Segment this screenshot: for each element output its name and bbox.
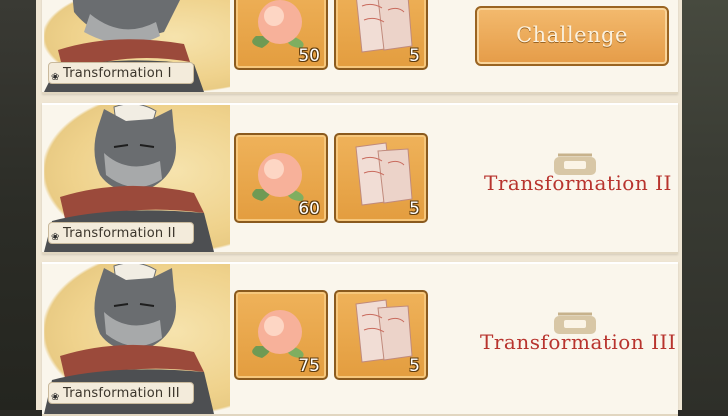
item-slot-talisman[interactable]: 5 xyxy=(334,290,428,380)
item-slot-peach[interactable]: 60 xyxy=(234,133,328,223)
item-count: 75 xyxy=(298,356,320,376)
item-count: 60 xyxy=(298,199,320,219)
item-slot-talisman[interactable]: 5 xyxy=(334,133,428,223)
item-count: 5 xyxy=(409,46,420,66)
item-count: 50 xyxy=(298,46,320,66)
background-right xyxy=(682,0,728,410)
locked-stage-label: Transformation II xyxy=(484,171,672,195)
character-name: Transformation III xyxy=(63,386,180,401)
locked-stage-label: Transformation III xyxy=(480,330,677,354)
transformation-row-1: ❀ Transformation I 50 5 Challenge xyxy=(42,0,678,94)
item-count: 5 xyxy=(409,356,420,376)
character-name-tag: ❀ Transformation II xyxy=(48,222,194,244)
character-portrait: ❀ Transformation III xyxy=(44,264,230,414)
character-name-tag: ❀ Transformation III xyxy=(48,382,194,404)
transformation-row-3: ❀ Transformation III 75 5 Transformation… xyxy=(42,262,678,416)
item-slot-talisman[interactable]: 5 xyxy=(334,0,428,70)
character-portrait: ❀ Transformation II xyxy=(44,105,230,252)
swirl-icon: ❀ xyxy=(51,72,60,83)
background-left xyxy=(0,0,36,410)
challenge-button[interactable]: Challenge xyxy=(475,6,669,66)
item-slot-peach[interactable]: 50 xyxy=(234,0,328,70)
character-name: Transformation II xyxy=(63,226,176,241)
character-name-tag: ❀ Transformation I xyxy=(48,62,194,84)
item-slot-peach[interactable]: 75 xyxy=(234,290,328,380)
swirl-icon: ❀ xyxy=(51,392,60,403)
swirl-icon: ❀ xyxy=(51,232,60,243)
character-name: Transformation I xyxy=(63,66,172,81)
transformation-row-2: ❀ Transformation II 60 5 Transformation … xyxy=(42,103,678,254)
character-portrait: ❀ Transformation I xyxy=(44,0,230,92)
item-count: 5 xyxy=(409,199,420,219)
